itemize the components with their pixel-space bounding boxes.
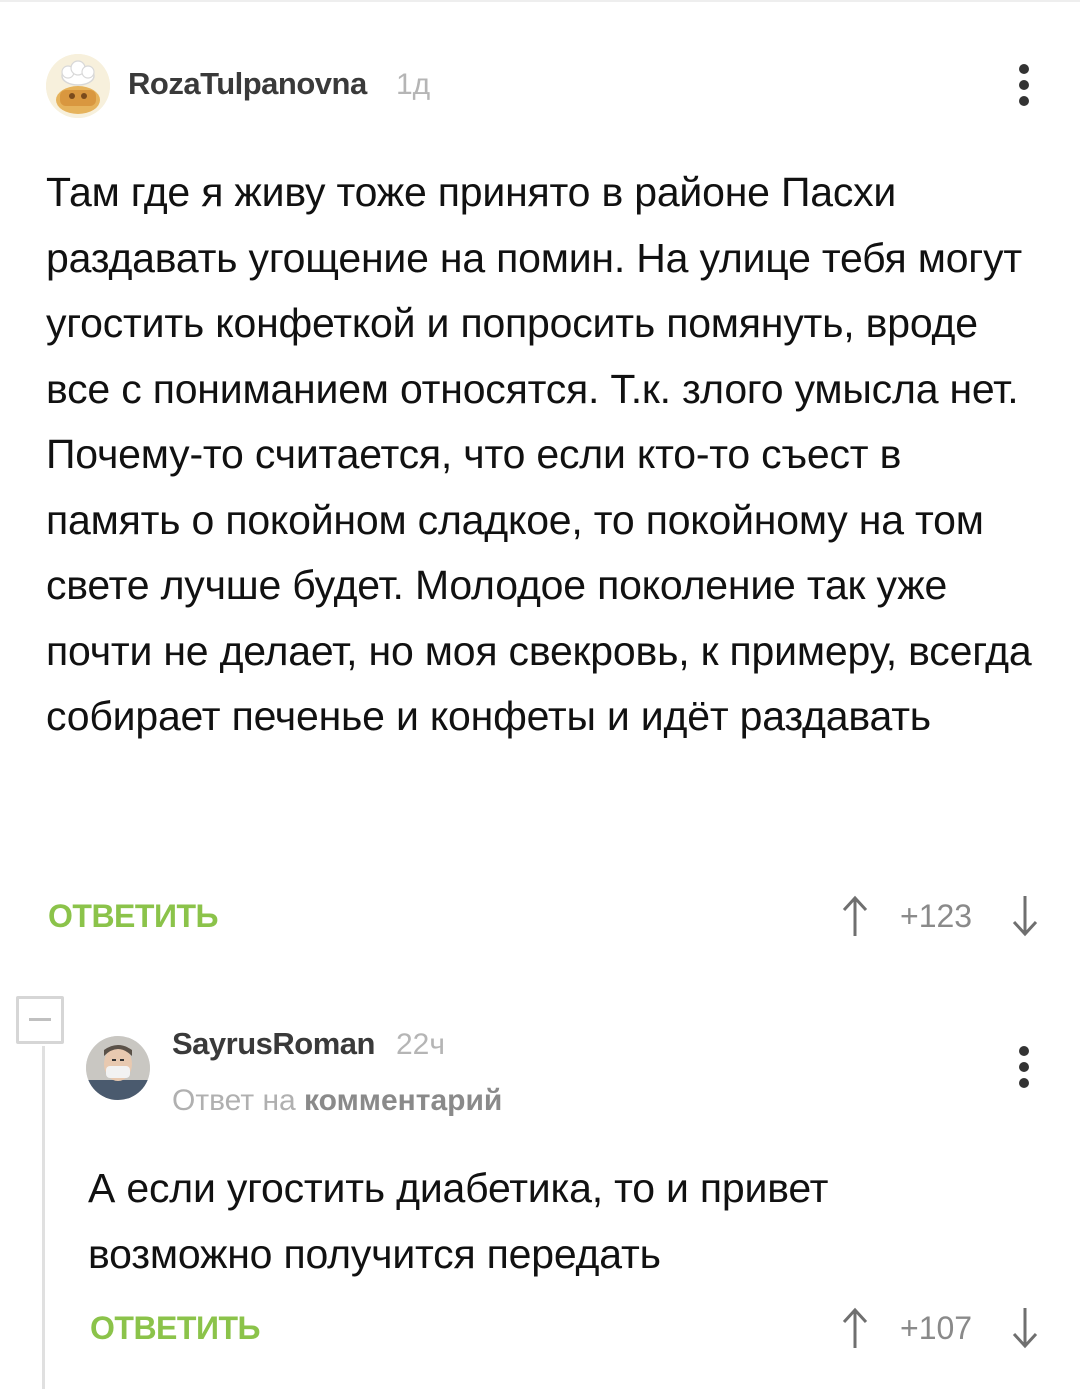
avatar[interactable] [86, 1036, 150, 1100]
comment-time: 1д [396, 68, 431, 101]
masked-man-avatar-icon [86, 1036, 150, 1100]
username[interactable]: RozaTulpanovna [128, 66, 367, 102]
avatar[interactable] [46, 54, 110, 118]
comment-time: 22ч [396, 1028, 445, 1061]
thread-line[interactable] [42, 1046, 45, 1389]
more-options-icon[interactable] [1014, 64, 1034, 108]
reply-to-line: Ответ на комментарий [172, 1084, 502, 1118]
comment-score: +123 [900, 898, 973, 934]
username[interactable]: SayrusRoman [172, 1026, 375, 1062]
upvote-arrow-icon[interactable] [840, 894, 870, 938]
top-divider [0, 0, 1080, 2]
comment-score: +107 [900, 1310, 973, 1346]
downvote-arrow-icon[interactable] [1010, 894, 1040, 938]
comment-text: Там где я живу тоже принято в районе Пас… [46, 169, 1032, 739]
collapse-thread-button[interactable] [16, 996, 64, 1044]
reply-to-prefix: Ответ на [172, 1084, 296, 1117]
parent-comment-link[interactable]: комментарий [304, 1084, 502, 1117]
more-options-icon[interactable] [1014, 1046, 1034, 1090]
chef-avatar-icon [46, 54, 110, 118]
comment-text: А если угостить диабетика, то и привет в… [88, 1165, 829, 1277]
upvote-arrow-icon[interactable] [840, 1306, 870, 1350]
downvote-arrow-icon[interactable] [1010, 1306, 1040, 1350]
reply-button[interactable]: ОТВЕТИТЬ [90, 1310, 260, 1347]
reply-button[interactable]: ОТВЕТИТЬ [48, 898, 218, 935]
